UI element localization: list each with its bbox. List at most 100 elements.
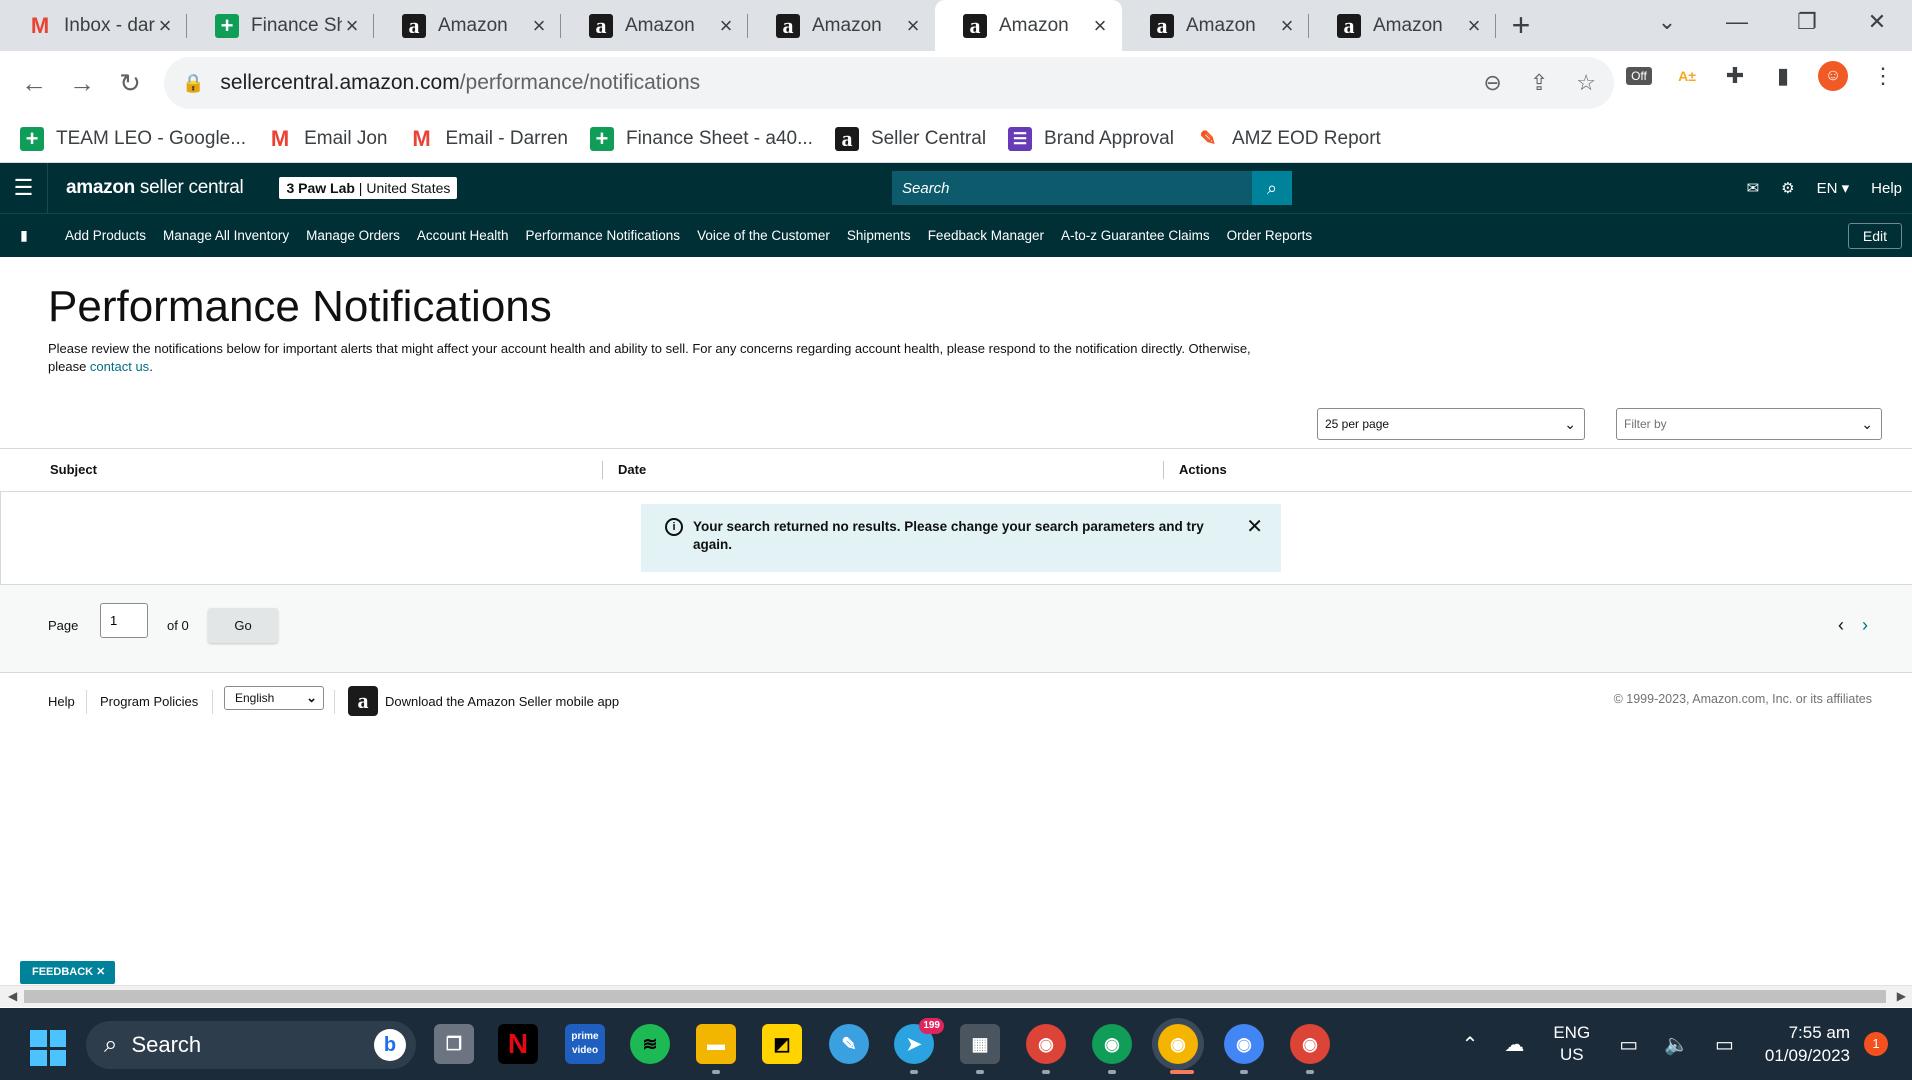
sticky-notes-icon[interactable]: ◩: [762, 1024, 802, 1064]
page-number-input[interactable]: [100, 603, 148, 638]
close-icon[interactable]: ×: [903, 14, 923, 36]
nav-a-to-z-claims[interactable]: A-to-z Guarantee Claims: [1061, 228, 1210, 243]
chevron-right-icon[interactable]: ›: [1862, 615, 1868, 636]
horizontal-scrollbar[interactable]: ◀ ▶: [0, 985, 1912, 1007]
nav-feedback-manager[interactable]: Feedback Manager: [928, 228, 1044, 243]
gear-icon[interactable]: ⚙: [1781, 179, 1794, 197]
paint-icon[interactable]: ✎: [829, 1024, 869, 1064]
nav-performance-notifications[interactable]: Performance Notifications: [525, 228, 680, 243]
seller-search-input[interactable]: [892, 171, 1252, 205]
help-link[interactable]: Help: [1871, 180, 1902, 197]
scroll-right-icon[interactable]: ▶: [1897, 989, 1906, 1003]
filter-by-select[interactable]: Filter by ⌄: [1616, 408, 1882, 440]
back-icon[interactable]: ←: [10, 68, 58, 99]
chrome-icon[interactable]: ◉: [1290, 1024, 1330, 1064]
nav-account-health[interactable]: Account Health: [417, 228, 509, 243]
hamburger-menu-icon[interactable]: ☰: [0, 163, 48, 213]
battery-icon[interactable]: ▭: [1715, 1032, 1734, 1057]
puzzle-icon[interactable]: ✚: [1722, 63, 1748, 89]
tab-amazon-1[interactable]: a Amazon ×: [374, 0, 561, 51]
contact-us-link[interactable]: contact us: [90, 359, 149, 374]
netflix-icon[interactable]: N: [498, 1024, 538, 1064]
seller-central-logo[interactable]: amazon seller central: [66, 177, 244, 199]
chevron-left-icon[interactable]: ‹: [1838, 615, 1844, 636]
close-icon[interactable]: ×: [1277, 14, 1297, 36]
tab-amazon-6[interactable]: a Amazon ×: [1309, 0, 1496, 51]
chrome-icon[interactable]: ◉: [1224, 1024, 1264, 1064]
nav-shipments[interactable]: Shipments: [847, 228, 911, 243]
tab-amazon-3[interactable]: a Amazon ×: [748, 0, 935, 51]
minimize-icon[interactable]: —: [1702, 9, 1772, 35]
chrome-icon[interactable]: ◉: [1092, 1024, 1132, 1064]
tab-search-icon[interactable]: ⌄: [1632, 9, 1702, 35]
nav-manage-all-inventory[interactable]: Manage All Inventory: [163, 228, 289, 243]
edit-nav-button[interactable]: Edit: [1847, 223, 1902, 249]
close-icon[interactable]: ×: [342, 14, 362, 36]
input-language[interactable]: ENG US: [1553, 1022, 1590, 1066]
taskbar-search[interactable]: ⌕ Search b: [86, 1021, 416, 1069]
bookmark-brand-approval[interactable]: ☰ Brand Approval: [1008, 126, 1174, 151]
star-icon[interactable]: ☆: [1576, 70, 1596, 96]
chevron-up-icon[interactable]: ⌃: [1462, 1032, 1479, 1057]
per-page-select[interactable]: 25 per page ⌄: [1317, 408, 1585, 440]
task-view-icon[interactable]: ❐: [434, 1024, 474, 1064]
menu-dots-icon[interactable]: ⋮: [1870, 63, 1896, 89]
bookmark-amz-eod-report[interactable]: ✎ AMZ EOD Report: [1196, 127, 1381, 151]
volume-icon[interactable]: 🔈: [1664, 1032, 1689, 1057]
zoom-icon[interactable]: ⊖: [1483, 70, 1501, 96]
tab-finance-sheet[interactable]: + Finance Sheet ×: [187, 0, 374, 51]
nav-voice-of-customer[interactable]: Voice of the Customer: [697, 228, 830, 243]
telegram-icon[interactable]: ➤ 199: [894, 1018, 944, 1064]
column-date[interactable]: Date: [618, 462, 646, 477]
side-panel-icon[interactable]: ▮: [1770, 63, 1796, 89]
nav-order-reports[interactable]: Order Reports: [1227, 228, 1313, 243]
bookmark-icon[interactable]: ▮: [0, 227, 48, 244]
close-window-icon[interactable]: ✕: [1842, 9, 1912, 35]
scroll-thumb[interactable]: [24, 990, 1886, 1003]
address-bar[interactable]: 🔒 sellercentral.amazon.com/performance/n…: [164, 57, 1614, 109]
file-explorer-icon[interactable]: ▬: [696, 1024, 736, 1064]
bing-icon[interactable]: b: [374, 1029, 406, 1061]
scroll-left-icon[interactable]: ◀: [8, 989, 17, 1003]
footer-language-select[interactable]: English ⌄: [224, 686, 324, 710]
bookmark-seller-central[interactable]: a Seller Central: [834, 126, 986, 151]
nav-manage-orders[interactable]: Manage Orders: [306, 228, 400, 243]
mail-icon[interactable]: ✉: [1747, 179, 1760, 197]
profile-avatar-icon[interactable]: ☺: [1818, 61, 1848, 91]
search-icon[interactable]: ⌕: [1252, 171, 1292, 205]
forward-icon[interactable]: →: [58, 68, 106, 99]
ext-off-icon[interactable]: Off: [1626, 67, 1652, 85]
column-subject[interactable]: Subject: [50, 462, 97, 477]
restore-icon[interactable]: ❐: [1772, 9, 1842, 35]
tab-gmail-inbox[interactable]: M Inbox - darren ×: [0, 0, 187, 51]
reload-icon[interactable]: ↻: [106, 68, 154, 99]
bookmark-team-leo[interactable]: + TEAM LEO - Google...: [20, 126, 246, 151]
tab-amazon-2[interactable]: a Amazon ×: [561, 0, 748, 51]
network-icon[interactable]: ▭: [1619, 1032, 1638, 1057]
close-icon[interactable]: ×: [716, 14, 736, 36]
go-button[interactable]: Go: [208, 608, 278, 643]
store-switcher[interactable]: 3 Paw Lab | United States: [279, 177, 458, 199]
notification-badge[interactable]: 1: [1864, 1032, 1888, 1056]
footer-help-link[interactable]: Help: [48, 694, 75, 709]
close-icon[interactable]: ×: [1090, 14, 1110, 36]
bookmark-finance-sheet[interactable]: + Finance Sheet - a40...: [589, 126, 813, 151]
tab-amazon-5[interactable]: a Amazon ×: [1122, 0, 1309, 51]
close-icon[interactable]: ✕: [1246, 517, 1263, 572]
windows-start-icon[interactable]: [30, 1030, 66, 1066]
nav-add-products[interactable]: Add Products: [65, 228, 146, 243]
chrome-active-icon[interactable]: ◉: [1158, 1024, 1198, 1064]
download-app-link[interactable]: Download the Amazon Seller mobile app: [385, 694, 619, 709]
footer-program-policies-link[interactable]: Program Policies: [100, 694, 198, 709]
close-icon[interactable]: ×: [1464, 14, 1484, 36]
spotify-icon[interactable]: ≋: [630, 1024, 670, 1064]
bookmark-email-jon[interactable]: M Email Jon: [268, 126, 388, 151]
lock-icon[interactable]: 🔒: [182, 73, 204, 94]
new-tab-button[interactable]: +: [1496, 0, 1546, 51]
chrome-icon[interactable]: ◉: [1026, 1024, 1066, 1064]
share-icon[interactable]: ⇪: [1530, 70, 1548, 96]
feedback-button[interactable]: FEEDBACK ✕: [20, 961, 116, 984]
taskbar-clock[interactable]: 7:55 am 01/09/2023: [1765, 1021, 1850, 1067]
language-menu[interactable]: EN ▾: [1817, 179, 1850, 197]
tab-amazon-active[interactable]: a Amazon ×: [935, 0, 1122, 51]
